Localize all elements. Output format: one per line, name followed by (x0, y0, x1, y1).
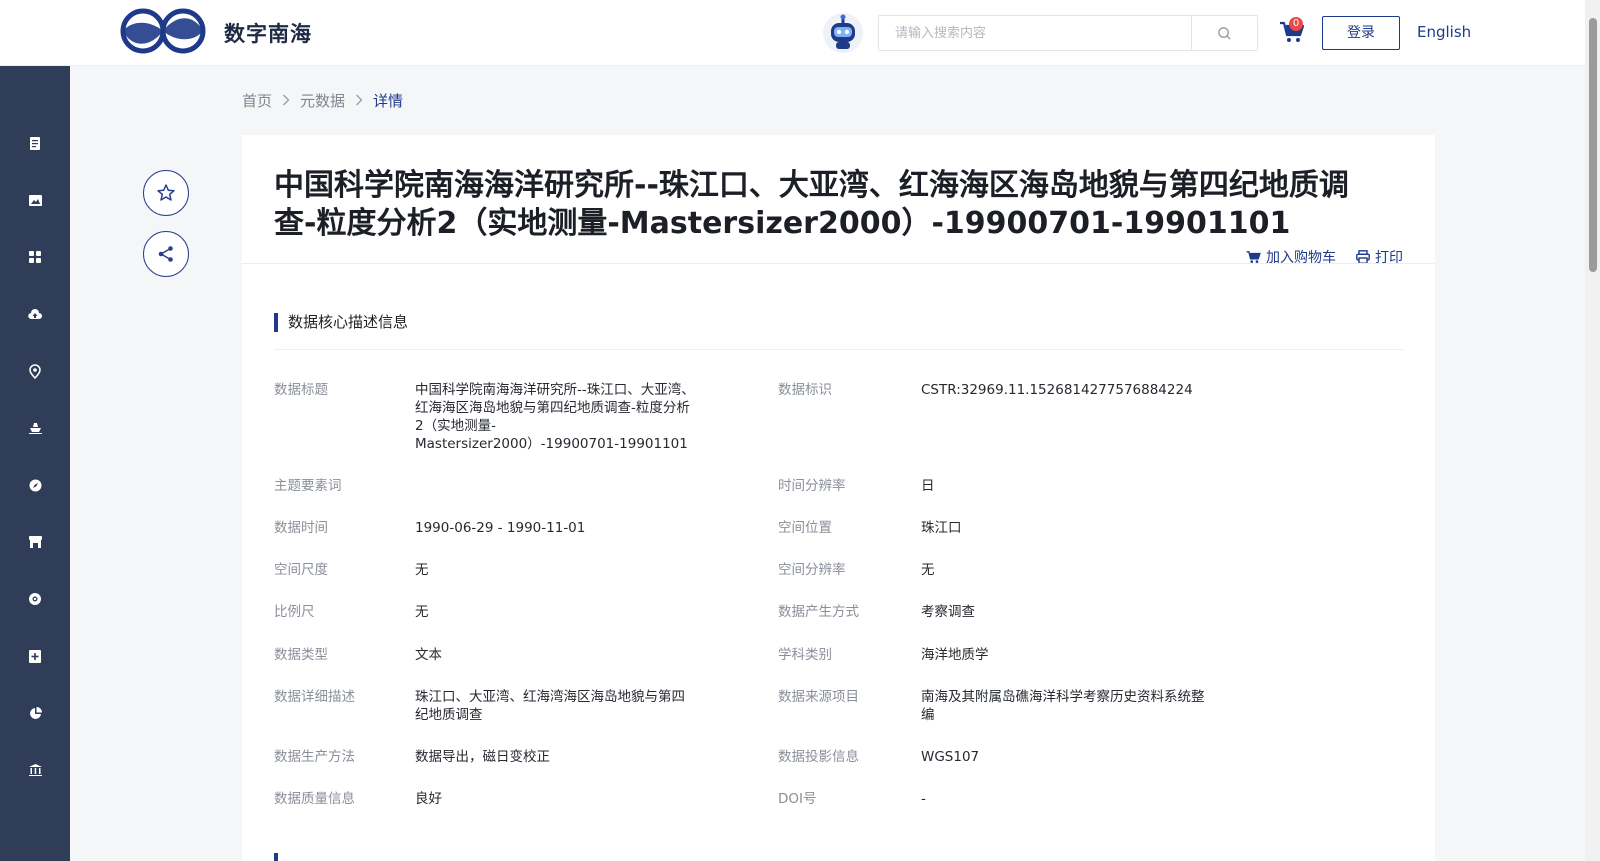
favorite-button[interactable] (143, 170, 189, 216)
print-button[interactable]: 打印 (1356, 247, 1403, 267)
login-button[interactable]: 登录 (1322, 16, 1400, 50)
sidebar-item-upload[interactable] (0, 294, 70, 334)
section-divider (274, 349, 1404, 350)
field-label: 学科类别 (778, 647, 832, 663)
breadcrumb-detail: 详情 (373, 92, 404, 110)
next-section-marker (274, 853, 278, 861)
brand-name[interactable]: 数字南海 (224, 18, 312, 48)
field-label: 数据产生方式 (778, 604, 859, 620)
field-label: 主题要素词 (274, 478, 342, 494)
print-label: 打印 (1375, 250, 1403, 266)
field-label: 数据标题 (274, 382, 328, 398)
globe-icon (29, 593, 41, 605)
field-label: 数据标识 (778, 382, 832, 398)
breadcrumb: 首页 元数据 详情 (242, 90, 403, 111)
store-icon (28, 536, 42, 548)
star-icon (157, 184, 175, 201)
pie-chart-icon (29, 706, 42, 719)
robot-assistant-icon[interactable] (822, 12, 864, 54)
printer-icon (1356, 250, 1370, 264)
cart-icon (1246, 251, 1261, 263)
sidebar-item-store[interactable] (0, 522, 70, 562)
language-switch[interactable]: English (1417, 23, 1471, 41)
field-value: 日 (921, 478, 935, 494)
left-sidebar (0, 66, 70, 861)
sidebar-item-grid[interactable] (0, 237, 70, 277)
field-value: 珠江口 (921, 520, 962, 536)
image-icon (28, 194, 42, 206)
chevron-right-icon (355, 92, 363, 110)
field-value: 数据导出，磁日变校正 (415, 749, 550, 765)
page-title: 中国科学院南海海洋研究所--珠江口、大亚湾、红海海区海岛地貌与第四纪地质调查-粒… (274, 168, 1349, 241)
sidebar-item-location[interactable] (0, 351, 70, 391)
top-header: 数字南海 0 登录 English (0, 0, 1585, 66)
field-value: 中国科学院南海海洋研究所--珠江口、大亚湾、红海海区海岛地貌与第四纪地质调查-粒… (415, 382, 695, 452)
breadcrumb-home[interactable]: 首页 (242, 90, 272, 111)
grid-icon (29, 251, 41, 263)
field-value: 珠江口、大亚湾、红海湾海区海岛地貌与第四纪地质调查 (415, 689, 685, 723)
field-value: 考察调查 (921, 604, 975, 620)
field-label: 数据生产方法 (274, 749, 355, 765)
field-label: 数据质量信息 (274, 791, 355, 807)
field-label: 空间位置 (778, 520, 832, 536)
sidebar-item-add[interactable] (0, 636, 70, 676)
field-value: 无 (415, 604, 429, 620)
sidebar-item-image[interactable] (0, 180, 70, 220)
compass-icon (29, 479, 41, 491)
location-pin-icon (29, 363, 41, 379)
logo-icon[interactable] (120, 8, 206, 54)
field-label: 数据详细描述 (274, 689, 355, 705)
search-icon (1218, 26, 1231, 40)
cloud-upload-icon (28, 308, 42, 319)
field-label: DOI号 (778, 791, 817, 807)
sidebar-item-statistics[interactable] (0, 693, 70, 733)
field-value: - (921, 791, 926, 807)
field-value: 无 (921, 562, 935, 578)
add-box-icon (29, 649, 41, 663)
document-icon (30, 136, 40, 150)
sidebar-item-ship[interactable] (0, 408, 70, 448)
section-title: 数据核心描述信息 (274, 313, 408, 332)
field-label: 数据时间 (274, 520, 328, 536)
add-to-cart-label: 加入购物车 (1266, 250, 1336, 266)
chevron-right-icon (282, 92, 290, 110)
field-value: 海洋地质学 (921, 647, 989, 663)
cart-count-badge: 0 (1289, 17, 1303, 31)
breadcrumb-metadata[interactable]: 元数据 (300, 90, 345, 111)
page-scrollbar[interactable] (1585, 0, 1600, 861)
field-label: 数据来源项目 (778, 689, 859, 705)
field-value: 文本 (415, 647, 442, 663)
field-value: 南海及其附属岛礁海洋科学考察历史资料系统整编 (921, 689, 1205, 723)
field-value: CSTR:32969.11.1526814277576884224 (921, 382, 1193, 398)
search-box (878, 15, 1258, 51)
sidebar-item-institution[interactable] (0, 750, 70, 790)
sidebar-item-globe[interactable] (0, 579, 70, 619)
search-input[interactable] (879, 16, 1191, 50)
share-icon (158, 246, 173, 262)
sidebar-item-document[interactable] (0, 123, 70, 163)
field-label: 时间分辨率 (778, 478, 846, 494)
scrollbar-thumb[interactable] (1589, 18, 1597, 272)
detail-card: 中国科学院南海海洋研究所--珠江口、大亚湾、红海海区海岛地貌与第四纪地质调查-粒… (242, 135, 1435, 861)
share-button[interactable] (143, 231, 189, 277)
ship-icon (28, 423, 42, 434)
field-value: WGS107 (921, 749, 980, 765)
building-icon (28, 764, 42, 776)
title-actions: 加入购物车 打印 (1246, 247, 1403, 267)
add-to-cart-button[interactable]: 加入购物车 (1246, 247, 1336, 267)
field-value: 1990-06-29 - 1990-11-01 (415, 520, 586, 536)
title-divider (242, 263, 1435, 264)
field-label: 数据投影信息 (778, 749, 859, 765)
search-button[interactable] (1191, 16, 1257, 50)
field-label: 空间尺度 (274, 562, 328, 578)
field-value: 无 (415, 562, 429, 578)
field-value: 良好 (415, 791, 442, 807)
field-label: 空间分辨率 (778, 562, 846, 578)
field-label: 数据类型 (274, 647, 328, 663)
sidebar-item-compass[interactable] (0, 465, 70, 505)
field-label: 比例尺 (274, 604, 315, 620)
